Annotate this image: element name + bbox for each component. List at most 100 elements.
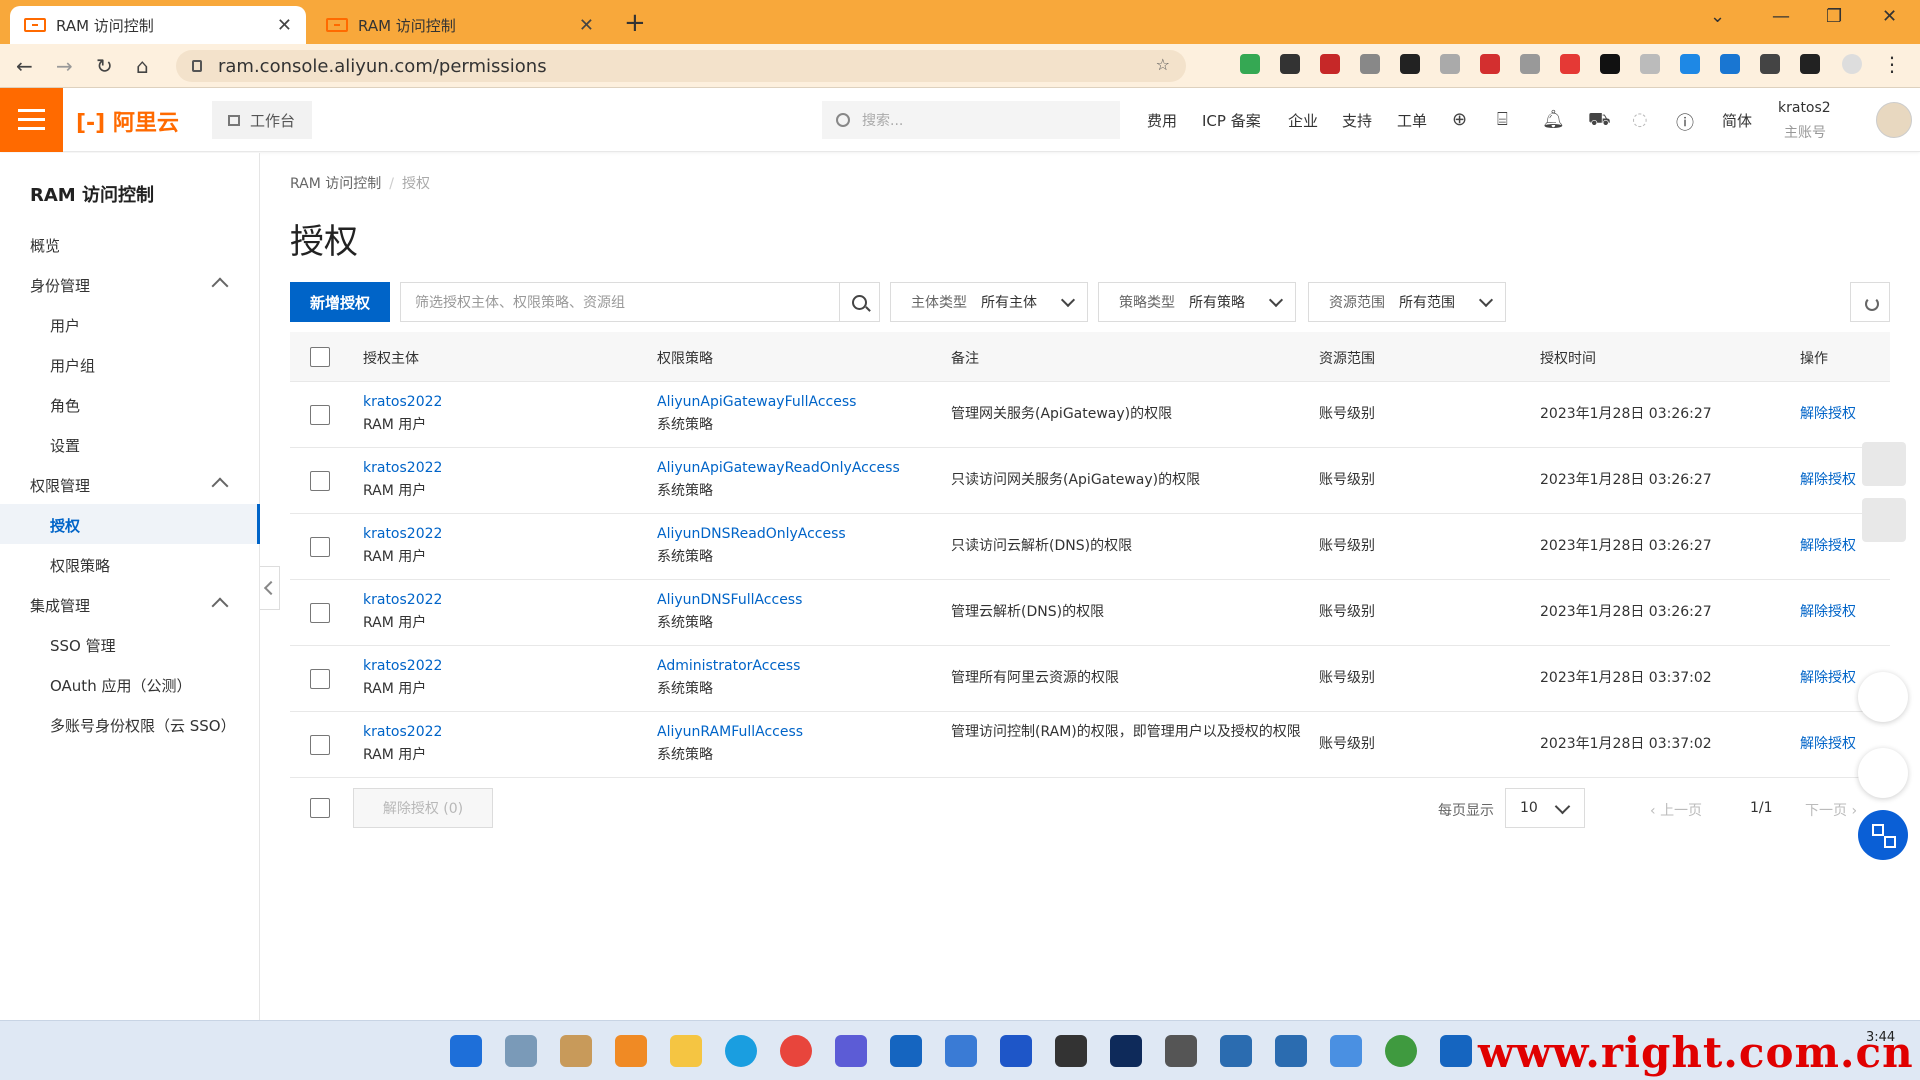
taskbar-app-icon[interactable] <box>1165 1035 1197 1067</box>
row-checkbox[interactable] <box>310 471 330 491</box>
taskbar-app-icon[interactable] <box>505 1035 537 1067</box>
bulb-icon[interactable]: ◌ <box>1632 109 1648 130</box>
principal-type-select[interactable]: 主体类型 所有主体 <box>890 282 1088 322</box>
bookmark-star-icon[interactable]: ☆ <box>1156 55 1170 74</box>
scope-select[interactable]: 资源范围 所有范围 <box>1308 282 1506 322</box>
taskbar-app-icon[interactable] <box>1110 1035 1142 1067</box>
link-ticket[interactable]: 工单 <box>1397 110 1427 131</box>
extension-icon[interactable] <box>1600 54 1620 74</box>
taskbar-app-icon[interactable] <box>1330 1035 1362 1067</box>
sidebar-item-users[interactable]: 用户 <box>50 315 80 336</box>
policy-link[interactable]: AliyunDNSReadOnlyAccess <box>657 523 846 546</box>
revoke-link[interactable]: 解除授权 <box>1800 667 1856 690</box>
extension-icon[interactable] <box>1680 54 1700 74</box>
taskbar-app-icon[interactable] <box>560 1035 592 1067</box>
reload-icon[interactable]: ↻ <box>96 54 113 78</box>
profile-avatar[interactable] <box>1842 54 1862 74</box>
help-icon[interactable]: ⓘ <box>1676 109 1694 135</box>
principal-link[interactable]: kratos2022 <box>363 523 442 546</box>
forward-icon[interactable]: → <box>56 54 73 78</box>
sidebar-item-grants[interactable]: 授权 <box>50 515 80 536</box>
principal-link[interactable]: kratos2022 <box>363 391 442 414</box>
back-icon[interactable]: ← <box>16 54 33 78</box>
taskbar-app-icon[interactable] <box>615 1035 647 1067</box>
principal-link[interactable]: kratos2022 <box>363 589 442 612</box>
revoke-link[interactable]: 解除授权 <box>1800 601 1856 624</box>
sidebar-item-overview[interactable]: 概览 <box>30 235 60 256</box>
menu-dots-icon[interactable]: ⋮ <box>1882 54 1902 74</box>
minimize-button[interactable]: — <box>1772 6 1790 27</box>
start-icon[interactable] <box>450 1035 482 1067</box>
prev-page-button[interactable]: ‹ 上一页 <box>1650 800 1702 820</box>
puzzle-icon[interactable] <box>1760 54 1780 74</box>
next-page-button[interactable]: 下一页 › <box>1805 800 1857 820</box>
chrome-icon[interactable] <box>780 1035 812 1067</box>
terminal-icon[interactable]: ⌸ <box>1497 109 1508 130</box>
sidebar-item-roles[interactable]: 角色 <box>50 395 80 416</box>
link-enterprise[interactable]: 企业 <box>1288 110 1318 131</box>
extension-icon[interactable] <box>1400 54 1420 74</box>
feedback-icon[interactable] <box>1858 748 1908 798</box>
sidebar-collapse-button[interactable] <box>260 566 280 610</box>
principal-link[interactable]: kratos2022 <box>363 655 442 678</box>
principal-link[interactable]: kratos2022 <box>363 457 442 480</box>
sidebar-item-groups[interactable]: 用户组 <box>50 355 95 376</box>
apps-icon[interactable] <box>1858 810 1908 860</box>
add-grant-button[interactable]: 新增授权 <box>290 282 390 322</box>
sidebar-item-settings[interactable]: 设置 <box>50 435 80 456</box>
sidebar-item-sso[interactable]: SSO 管理 <box>50 635 116 656</box>
extension-icon[interactable] <box>1240 54 1260 74</box>
principal-link[interactable]: kratos2022 <box>363 721 442 744</box>
top-search-input[interactable]: 搜索... <box>822 101 1120 139</box>
filter-input[interactable]: 筛选授权主体、权限策略、资源组 <box>400 282 840 322</box>
revoke-link[interactable]: 解除授权 <box>1800 733 1856 756</box>
revoke-link[interactable]: 解除授权 <box>1800 535 1856 558</box>
restore-button[interactable]: ❐ <box>1826 6 1842 27</box>
policy-link[interactable]: AliyunApiGatewayReadOnlyAccess <box>657 457 900 480</box>
extension-icon[interactable] <box>1280 54 1300 74</box>
edge-icon[interactable] <box>725 1035 757 1067</box>
taskbar-app-icon[interactable] <box>835 1035 867 1067</box>
row-checkbox[interactable] <box>310 603 330 623</box>
app-icon[interactable]: ⊕ <box>1452 109 1467 130</box>
cart-icon[interactable]: ⛟ <box>1588 109 1611 133</box>
taskbar-app-icon[interactable] <box>945 1035 977 1067</box>
taskbar-app-icon[interactable] <box>1000 1035 1032 1067</box>
taskbar-app-icon[interactable] <box>1385 1035 1417 1067</box>
policy-type-select[interactable]: 策略类型 所有策略 <box>1098 282 1296 322</box>
browser-tab-active[interactable]: RAM 访问控制 ✕ <box>10 6 306 44</box>
close-tab-icon[interactable]: ✕ <box>277 15 292 36</box>
scroll-top-button[interactable] <box>1862 442 1906 486</box>
taskbar-app-icon[interactable] <box>1220 1035 1252 1067</box>
extension-icon[interactable] <box>1360 54 1380 74</box>
extension-icon[interactable] <box>1440 54 1460 74</box>
policy-link[interactable]: AliyunDNSFullAccess <box>657 589 802 612</box>
revoke-link[interactable]: 解除授权 <box>1800 469 1856 492</box>
file-explorer-icon[interactable] <box>670 1035 702 1067</box>
chevron-up-icon[interactable] <box>211 277 229 295</box>
policy-link[interactable]: AliyunApiGatewayFullAccess <box>657 391 856 414</box>
sidebar-item-policies[interactable]: 权限策略 <box>50 555 110 576</box>
row-checkbox[interactable] <box>310 405 330 425</box>
close-tab-icon[interactable]: ✕ <box>579 15 594 36</box>
taskbar-app-icon[interactable] <box>1055 1035 1087 1067</box>
extension-icon[interactable] <box>1640 54 1660 74</box>
aliyun-logo[interactable]: [-] 阿里云 <box>76 105 179 137</box>
extension-icon[interactable] <box>1720 54 1740 74</box>
select-all-checkbox[interactable] <box>310 347 330 367</box>
breadcrumb-root[interactable]: RAM 访问控制 <box>290 176 381 192</box>
user-name[interactable]: kratos2 <box>1778 100 1831 116</box>
bulk-revoke-button[interactable]: 解除授权 (0) <box>353 788 493 828</box>
browser-tab[interactable]: RAM 访问控制 ✕ <box>312 6 608 44</box>
sidebar-group-integration[interactable]: 集成管理 <box>30 595 90 616</box>
sidebar-group-permission[interactable]: 权限管理 <box>30 475 90 496</box>
revoke-link[interactable]: 解除授权 <box>1800 403 1856 426</box>
link-support[interactable]: 支持 <box>1342 110 1372 131</box>
sidebar-group-identity[interactable]: 身份管理 <box>30 275 90 296</box>
chevron-up-icon[interactable] <box>211 597 229 615</box>
taskbar-app-icon[interactable] <box>1440 1035 1472 1067</box>
workbench-button[interactable]: 工作台 <box>212 101 312 139</box>
extension-icon[interactable] <box>1560 54 1580 74</box>
search-icon[interactable] <box>840 282 880 322</box>
home-icon[interactable]: ⌂ <box>136 54 149 78</box>
